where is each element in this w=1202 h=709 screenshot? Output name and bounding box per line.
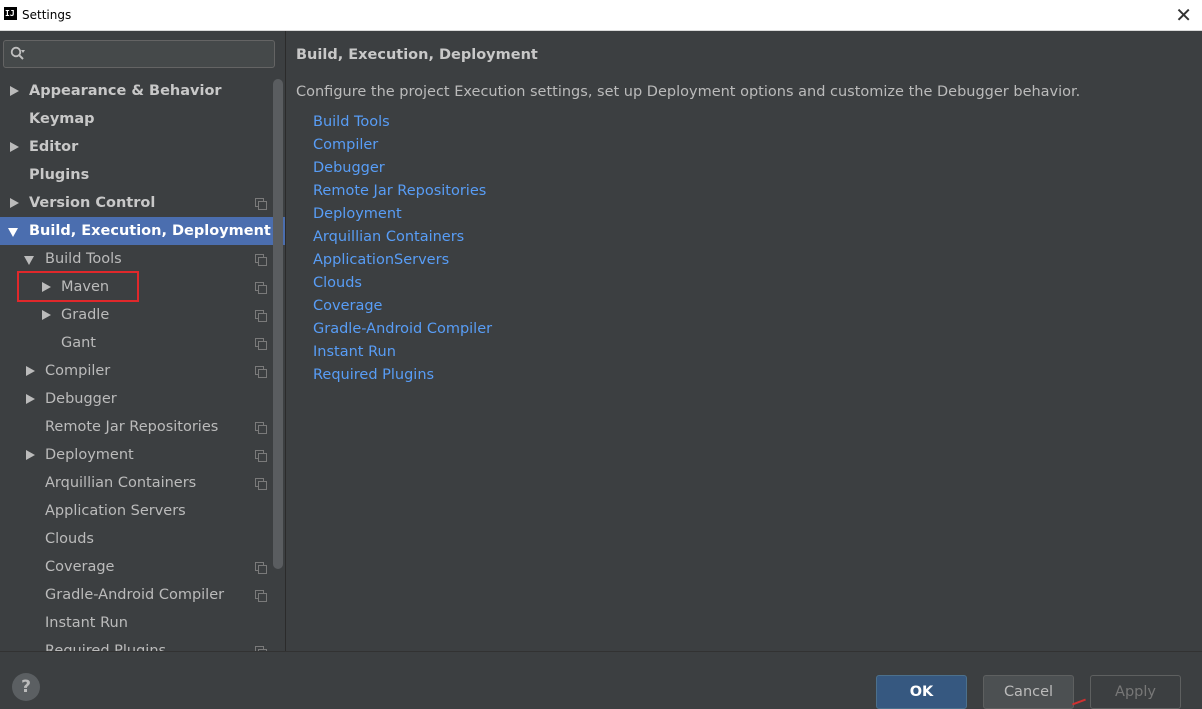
collapsed-arrow-icon[interactable] [24,357,36,385]
cancel-button[interactable]: Cancel [983,675,1074,709]
project-scope-icon [255,282,267,294]
tree-item[interactable]: Arquillian Containers [0,469,285,497]
intellij-app-icon: IJ [4,7,17,20]
section-link[interactable]: Required Plugins [313,367,434,383]
project-scope-icon [255,366,267,378]
search-input[interactable] [38,44,272,66]
tree-item-label: Debugger [45,391,117,407]
collapsed-arrow-icon[interactable] [24,385,36,413]
sidebar-scrollbar[interactable] [273,79,283,569]
help-button[interactable]: ? [12,673,40,701]
tree-item[interactable]: Appearance & Behavior [0,77,285,105]
expanded-arrow-icon[interactable] [8,217,20,245]
tree-item[interactable]: Required Plugins [0,637,285,651]
project-scope-icon [255,422,267,434]
tree-item-label: Required Plugins [45,643,167,651]
page-title: Build, Execution, Deployment [296,47,538,63]
tree-item-label: Appearance & Behavior [29,83,222,99]
expanded-arrow-icon[interactable] [24,245,36,273]
tree-item-label: Gradle [61,307,110,323]
page-description: Configure the project Execution settings… [296,84,1081,100]
project-scope-icon [255,590,267,602]
tree-item[interactable]: Editor [0,133,285,161]
tree-item-label: Clouds [45,531,94,547]
tree-item-label: Version Control [29,195,156,211]
tree-item-label: Coverage [45,559,115,575]
tree-item-label: Keymap [29,111,95,127]
project-scope-icon [255,562,267,574]
tree-item-label: Build Tools [45,251,122,267]
tree-item[interactable]: Coverage [0,553,285,581]
maven-highlight-annotation [17,271,139,302]
section-link[interactable]: Build Tools [313,114,390,130]
tree-item-label: Build, Execution, Deployment [29,223,271,239]
collapsed-arrow-icon[interactable] [8,133,20,161]
tree-item[interactable]: Version Control [0,189,285,217]
tree-item-label: Compiler [45,363,111,379]
tree-item[interactable]: Build Tools [0,245,285,273]
ok-button[interactable]: OK [876,675,967,709]
section-link[interactable]: Instant Run [313,344,396,360]
section-link[interactable]: Coverage [313,298,382,314]
search-box[interactable] [3,40,275,68]
section-link[interactable]: Compiler [313,137,378,153]
tree-item[interactable]: Plugins [0,161,285,189]
tree-item[interactable]: Clouds [0,525,285,553]
project-scope-icon [255,478,267,490]
tree-item[interactable]: Instant Run [0,609,285,637]
tree-item-label: Gradle-Android Compiler [45,587,225,603]
collapsed-arrow-icon[interactable] [24,441,36,469]
section-link[interactable]: Arquillian Containers [313,229,464,245]
project-scope-icon [255,450,267,462]
section-link[interactable]: Clouds [313,275,362,291]
section-link[interactable]: Gradle-Android Compiler [313,321,492,337]
tree-item-label: Instant Run [45,615,128,631]
tree-item-label: Plugins [29,167,90,183]
settings-content-panel: Build, Execution, Deployment Configure t… [286,31,1202,651]
tree-item[interactable]: Remote Jar Repositories [0,413,285,441]
collapsed-arrow-icon[interactable] [40,301,52,329]
tree-item[interactable]: Build, Execution, Deployment [0,217,285,245]
apply-button[interactable]: Apply [1090,675,1181,709]
tree-item[interactable]: Keymap [0,105,285,133]
title-bar: IJ Settings ✕ [0,0,1202,31]
tree-item[interactable]: Gant [0,329,285,357]
collapsed-arrow-icon[interactable] [8,77,20,105]
tree-item[interactable]: Compiler [0,357,285,385]
tree-item-label: Arquillian Containers [45,475,197,491]
close-window-button[interactable]: ✕ [1175,3,1192,27]
tree-item[interactable]: Deployment [0,441,285,469]
tree-item-label: Editor [29,139,79,155]
project-scope-icon [255,254,267,266]
section-link[interactable]: ApplicationServers [313,252,449,268]
dialog-footer: ? OK Cancel Apply [0,651,1202,709]
project-scope-icon [255,310,267,322]
tree-item[interactable]: Gradle-Android Compiler [0,581,285,609]
collapsed-arrow-icon[interactable] [8,189,20,217]
settings-sidebar: Appearance & Behavior Keymap Editor Plugins… [0,31,285,651]
tree-item-label: Application Servers [45,503,186,519]
section-link[interactable]: Deployment [313,206,402,222]
tree-item-label: Remote Jar Repositories [45,419,219,435]
section-link[interactable]: Debugger [313,160,385,176]
tree-item[interactable]: Gradle [0,301,285,329]
project-scope-icon [255,338,267,350]
section-link[interactable]: Remote Jar Repositories [313,183,486,199]
tree-item[interactable]: Application Servers [0,497,285,525]
annotation-mark [1072,698,1086,706]
tree-item-label: Deployment [45,447,134,463]
tree-item-label: Gant [61,335,96,351]
tree-item[interactable]: Debugger [0,385,285,413]
window-title: Settings [22,8,72,22]
project-scope-icon [255,198,267,210]
search-icon[interactable] [10,46,26,62]
